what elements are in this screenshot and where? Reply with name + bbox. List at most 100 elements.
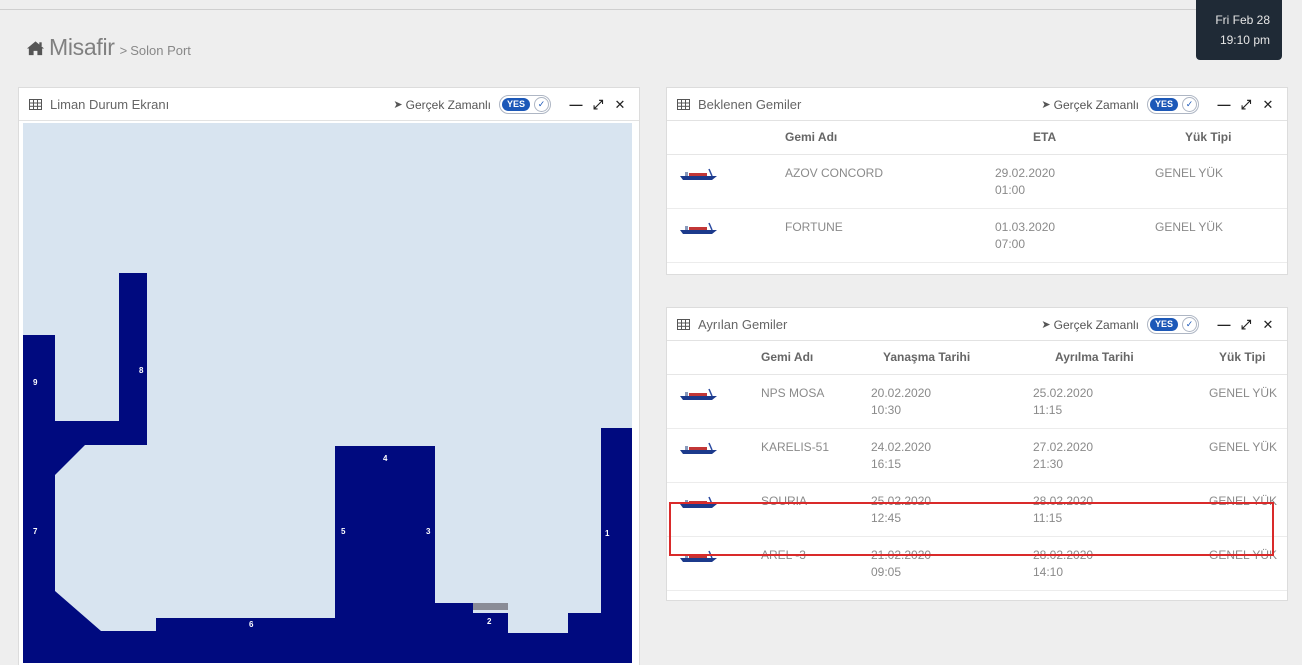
panel-header: Ayrılan Gemiler ➤ Gerçek Zamanlı YES ✓ —… bbox=[667, 308, 1287, 341]
berth-label[interactable]: 5 bbox=[341, 527, 345, 536]
berth-2-gray-strip bbox=[473, 603, 508, 610]
ship-name: FORTUNE bbox=[785, 208, 995, 263]
close-icon[interactable]: ✕ bbox=[1257, 317, 1279, 333]
departure-date: 27.02.2020 bbox=[1033, 439, 1094, 454]
expand-icon[interactable]: ⤢ bbox=[587, 97, 609, 113]
departure-date-cell: 25.02.2020 11:15 bbox=[1033, 374, 1183, 429]
ship-icon bbox=[680, 388, 717, 400]
panel-title: Liman Durum Ekranı bbox=[50, 96, 170, 112]
ship-name: AZOV CONCORD bbox=[785, 154, 995, 209]
column-header[interactable]: Yük Tipi bbox=[1145, 121, 1287, 155]
berth-time: 16:15 bbox=[871, 456, 902, 471]
ship-icon-column bbox=[667, 341, 761, 375]
departure-time: 21:30 bbox=[1033, 456, 1064, 471]
berth-time: 09:05 bbox=[871, 564, 902, 579]
expand-icon[interactable]: ⤢ bbox=[1235, 317, 1257, 333]
table-header-row: Gemi Adı ETA Yük Tipi bbox=[667, 121, 1287, 155]
home-icon[interactable] bbox=[26, 40, 45, 56]
minimize-icon[interactable]: — bbox=[1213, 317, 1235, 332]
eta-cell: 01.03.2020 07:00 bbox=[995, 208, 1145, 263]
column-header[interactable]: Gemi Adı bbox=[761, 341, 871, 375]
minimize-icon[interactable]: — bbox=[565, 97, 587, 112]
eta-date: 01.03.2020 bbox=[995, 219, 1056, 234]
cargo-type: GENEL YÜK bbox=[1145, 154, 1287, 209]
berth-label[interactable]: 2 bbox=[487, 617, 491, 626]
berth-9-shape bbox=[23, 273, 156, 663]
berth-label[interactable]: 3 bbox=[426, 527, 430, 536]
berth-label[interactable]: 4 bbox=[383, 454, 387, 463]
clock-time: 19:10 pm bbox=[1219, 33, 1270, 47]
departure-time: 11:15 bbox=[1033, 402, 1063, 417]
toggle-yes-label: YES bbox=[502, 98, 530, 111]
berth-label[interactable]: 8 bbox=[139, 366, 143, 375]
ship-icon-cell bbox=[667, 208, 785, 263]
clock-date: Fri Feb 28 bbox=[1215, 13, 1270, 27]
close-icon[interactable]: ✕ bbox=[609, 97, 631, 113]
ship-icon bbox=[680, 168, 717, 180]
port-status-panel: Liman Durum Ekranı ➤ Gerçek Zamanlı YES … bbox=[18, 87, 640, 665]
column-header[interactable]: ETA bbox=[995, 121, 1145, 155]
realtime-toggle[interactable]: YES ✓ bbox=[1147, 95, 1199, 114]
table-row[interactable]: FORTUNE 01.03.2020 07:00 GENEL YÜK bbox=[667, 208, 1287, 263]
departure-date: 25.02.2020 bbox=[1033, 385, 1094, 400]
expected-ships-panel: Beklenen Gemiler ➤ Gerçek Zamanlı YES ✓ … bbox=[666, 87, 1288, 275]
column-header[interactable]: Gemi Adı bbox=[785, 121, 995, 155]
minimize-icon[interactable]: — bbox=[1213, 97, 1235, 112]
table-row[interactable]: KARELIS-51 24.02.2020 16:15 27.02.2020 21:… bbox=[667, 428, 1287, 483]
ship-name: KARELIS-51 bbox=[761, 428, 871, 483]
column-header[interactable]: Yanaşma Tarihi bbox=[871, 341, 1033, 375]
berth-label[interactable]: 9 bbox=[33, 378, 37, 387]
realtime-label: Gerçek Zamanlı bbox=[1053, 97, 1139, 112]
berth-pier-shape bbox=[335, 428, 632, 663]
ship-icon-cell bbox=[667, 374, 761, 429]
ship-icon bbox=[680, 442, 717, 454]
table-row[interactable]: AZOV CONCORD 29.02.2020 01:00 GENEL YÜK bbox=[667, 154, 1287, 209]
cargo-type: GENEL YÜK bbox=[1145, 208, 1287, 263]
berth-date-cell: 24.02.2020 16:15 bbox=[871, 428, 1033, 483]
highlight-box bbox=[669, 502, 1274, 556]
table-icon bbox=[677, 98, 690, 110]
toggle-yes-label: YES bbox=[1150, 98, 1178, 111]
column-header[interactable]: Ayrılma Tarihi bbox=[1033, 341, 1183, 375]
toggle-yes-label: YES bbox=[1150, 318, 1178, 331]
table-icon bbox=[677, 318, 690, 330]
check-icon: ✓ bbox=[1182, 97, 1197, 112]
ship-icon-cell bbox=[667, 428, 761, 483]
realtime-label: Gerçek Zamanlı bbox=[405, 97, 491, 112]
ship-icon bbox=[680, 222, 717, 234]
berth-label[interactable]: 1 bbox=[605, 529, 609, 538]
ship-name: NPS MOSA bbox=[761, 374, 871, 429]
berth-label[interactable]: 7 bbox=[33, 527, 37, 536]
eta-date: 29.02.2020 bbox=[995, 165, 1056, 180]
location-arrow-icon: ➤ bbox=[393, 99, 403, 111]
close-icon[interactable]: ✕ bbox=[1257, 97, 1279, 113]
breadcrumb-title[interactable]: Misafir bbox=[49, 34, 115, 61]
panel-title: Ayrılan Gemiler bbox=[698, 316, 788, 332]
realtime-toggle[interactable]: YES ✓ bbox=[499, 95, 551, 114]
cargo-type: GENEL YÜK bbox=[1183, 428, 1287, 483]
table-row[interactable]: NPS MOSA 20.02.2020 10:30 25.02.2020 11:15… bbox=[667, 374, 1287, 429]
panel-header: Beklenen Gemiler ➤ Gerçek Zamanlı YES ✓ … bbox=[667, 88, 1287, 121]
berth-date: 24.02.2020 bbox=[871, 439, 932, 454]
table-icon bbox=[29, 98, 42, 110]
port-map: 9 8 7 6 5 4 3 2 1 bbox=[23, 123, 632, 663]
ship-icon-cell bbox=[667, 154, 785, 209]
berth-time: 10:30 bbox=[871, 402, 902, 417]
check-icon: ✓ bbox=[534, 97, 549, 112]
eta-cell: 29.02.2020 01:00 bbox=[995, 154, 1145, 209]
breadcrumb-separator: > bbox=[119, 43, 128, 58]
expand-icon[interactable]: ⤢ bbox=[1235, 97, 1257, 113]
berth-date-cell: 20.02.2020 10:30 bbox=[871, 374, 1033, 429]
port-map-svg bbox=[23, 273, 632, 663]
berth-6-shape bbox=[156, 618, 335, 663]
expected-ships-table: Gemi Adı ETA Yük Tipi AZOV CONCORD 29.02… bbox=[667, 121, 1287, 263]
departure-date-cell: 27.02.2020 21:30 bbox=[1033, 428, 1183, 483]
eta-time: 07:00 bbox=[995, 236, 1026, 251]
realtime-label: Gerçek Zamanlı bbox=[1053, 317, 1139, 332]
column-header[interactable]: Yük Tipi bbox=[1183, 341, 1287, 375]
clock-widget: Fri Feb 28 19:10 pm bbox=[1196, 0, 1282, 60]
cargo-type: GENEL YÜK bbox=[1183, 374, 1287, 429]
berth-label[interactable]: 6 bbox=[249, 620, 253, 629]
realtime-toggle[interactable]: YES ✓ bbox=[1147, 315, 1199, 334]
breadcrumb: Misafir > Solon Port bbox=[26, 34, 191, 61]
